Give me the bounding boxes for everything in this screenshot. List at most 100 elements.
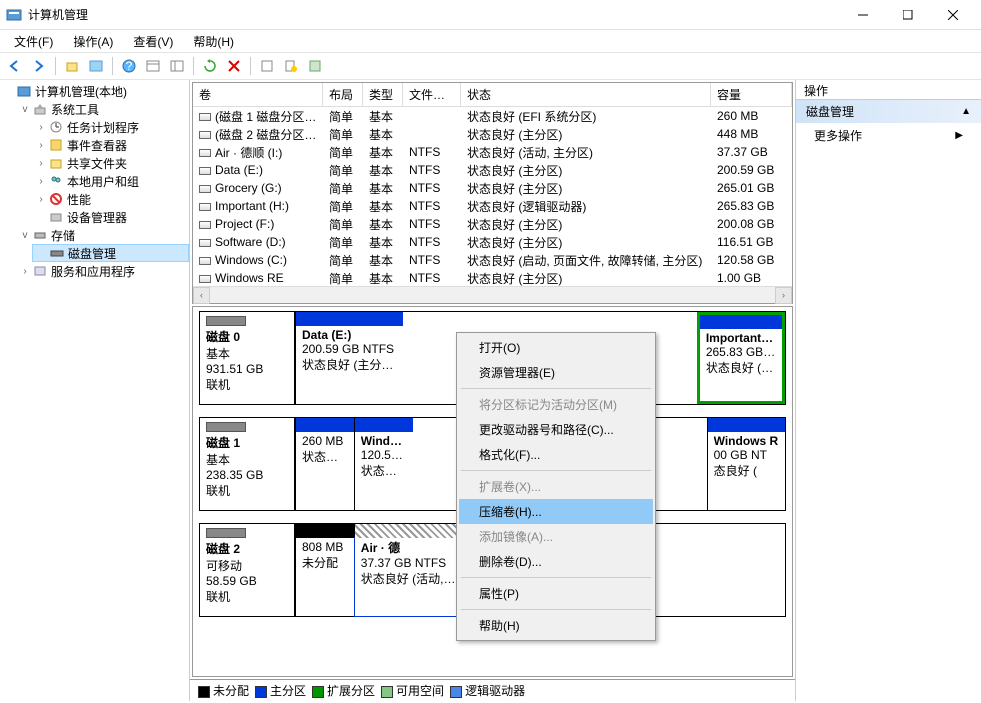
partition-color-bar: [355, 524, 462, 538]
volume-icon: [199, 201, 211, 213]
tree-shared[interactable]: ›共享文件夹: [32, 154, 189, 172]
disk-label[interactable]: 磁盘 0基本931.51 GB联机: [199, 311, 295, 405]
disk-label[interactable]: 磁盘 2可移动58.59 GB联机: [199, 523, 295, 617]
ctx-mark-active[interactable]: 将分区标记为活动分区(M): [459, 392, 653, 417]
delete-button[interactable]: [223, 55, 245, 77]
show-hide-button[interactable]: [85, 55, 107, 77]
properties-button[interactable]: [256, 55, 278, 77]
volume-row[interactable]: (磁盘 1 磁盘分区 1)简单基本状态良好 (EFI 系统分区)260 MB: [193, 107, 792, 125]
chevron-right-icon: ▶: [955, 130, 963, 141]
volume-row[interactable]: (磁盘 2 磁盘分区 3)简单基本状态良好 (主分区)448 MB: [193, 125, 792, 143]
col-status[interactable]: 状态: [461, 83, 711, 106]
menu-view[interactable]: 查看(V): [125, 31, 181, 52]
ctx-delete[interactable]: 删除卷(D)...: [459, 549, 653, 574]
menu-action[interactable]: 操作(A): [65, 31, 121, 52]
tree-systools[interactable]: v系统工具: [16, 100, 189, 118]
volume-list-header: 卷 布局 类型 文件系统 状态 容量: [193, 83, 792, 107]
actions-pane: 操作 磁盘管理▲ 更多操作▶: [796, 80, 981, 701]
partition[interactable]: 808 MB未分配: [295, 524, 354, 616]
tree-diskmgmt[interactable]: 磁盘管理: [32, 244, 189, 262]
volume-icon: [199, 237, 211, 249]
forward-button[interactable]: [28, 55, 50, 77]
volume-row[interactable]: Windows RE简单基本NTFS状态良好 (主分区)1.00 GB: [193, 269, 792, 286]
tree-eventviewer[interactable]: ›事件查看器: [32, 136, 189, 154]
up-button[interactable]: [61, 55, 83, 77]
new-button[interactable]: [280, 55, 302, 77]
scroll-right-button[interactable]: ›: [775, 287, 792, 304]
ctx-extend[interactable]: 扩展卷(X)...: [459, 474, 653, 499]
scroll-left-button[interactable]: ‹: [193, 287, 210, 304]
tree-root[interactable]: 计算机管理(本地): [0, 82, 189, 100]
disk-icon: [206, 316, 246, 326]
titlebar: 计算机管理: [0, 0, 981, 30]
actions-more[interactable]: 更多操作▶: [796, 123, 981, 148]
minimize-button[interactable]: [840, 1, 885, 29]
col-fs[interactable]: 文件系统: [403, 83, 461, 106]
partition-color-bar: [296, 524, 354, 538]
col-volume[interactable]: 卷: [193, 83, 323, 106]
volume-icon: [199, 255, 211, 267]
back-button[interactable]: [4, 55, 26, 77]
settings-button[interactable]: [304, 55, 326, 77]
partition-color-bar: [296, 312, 403, 326]
close-button[interactable]: [930, 1, 975, 29]
ctx-add-mirror[interactable]: 添加镜像(A)...: [459, 524, 653, 549]
menu-help[interactable]: 帮助(H): [185, 31, 242, 52]
volume-icon: [199, 129, 211, 141]
ctx-properties[interactable]: 属性(P): [459, 581, 653, 606]
collapse-icon: ▲: [961, 106, 971, 117]
toolbar: ?: [0, 52, 981, 80]
volume-row[interactable]: Grocery (G:)简单基本NTFS状态良好 (主分区)265.01 GB: [193, 179, 792, 197]
partition[interactable]: Air · 德37.37 GB NTFS状态良好 (活动, 主: [354, 524, 462, 616]
view-list-button[interactable]: [142, 55, 164, 77]
partition-color-bar: [296, 418, 354, 432]
ctx-format[interactable]: 格式化(F)...: [459, 442, 653, 467]
svg-text:?: ?: [126, 59, 133, 73]
navigation-tree: 计算机管理(本地) v系统工具 ›任务计划程序 ›事件查看器 ›共享文件夹 ›本…: [0, 80, 190, 701]
partition[interactable]: Important (H:)265.83 GB NTFS状态良好 (逻辑驱: [697, 312, 785, 404]
tree-storage[interactable]: v存储: [16, 226, 189, 244]
ctx-open[interactable]: 打开(O): [459, 335, 653, 360]
tree-users[interactable]: ›本地用户和组: [32, 172, 189, 190]
ctx-explorer[interactable]: 资源管理器(E): [459, 360, 653, 385]
partition[interactable]: Windows R00 GB NT态良好 (: [707, 418, 785, 510]
view-detail-button[interactable]: [166, 55, 188, 77]
col-layout[interactable]: 布局: [323, 83, 363, 106]
partition-color-bar: [708, 418, 785, 432]
tree-scheduler[interactable]: ›任务计划程序: [32, 118, 189, 136]
actions-context[interactable]: 磁盘管理▲: [796, 100, 981, 123]
partition-color-bar: [700, 315, 782, 329]
h-scrollbar[interactable]: ‹ ›: [193, 286, 792, 303]
help-button[interactable]: ?: [118, 55, 140, 77]
volume-icon: [199, 165, 211, 177]
ctx-shrink[interactable]: 压缩卷(H)...: [459, 499, 653, 524]
disk-icon: [206, 528, 246, 538]
volume-row[interactable]: Project (F:)简单基本NTFS状态良好 (主分区)200.08 GB: [193, 215, 792, 233]
window-title: 计算机管理: [28, 6, 88, 23]
volume-icon: [199, 183, 211, 195]
tree-devmgr[interactable]: 设备管理器: [32, 208, 189, 226]
partition[interactable]: 260 MB状态良好: [295, 418, 354, 510]
disk-label[interactable]: 磁盘 1基本238.35 GB联机: [199, 417, 295, 511]
ctx-help[interactable]: 帮助(H): [459, 613, 653, 638]
volume-row[interactable]: Windows (C:)简单基本NTFS状态良好 (启动, 页面文件, 故障转储…: [193, 251, 792, 269]
menu-file[interactable]: 文件(F): [6, 31, 61, 52]
context-menu: 打开(O) 资源管理器(E) 将分区标记为活动分区(M) 更改驱动器号和路径(C…: [456, 332, 656, 641]
tree-perf[interactable]: ›性能: [32, 190, 189, 208]
col-type[interactable]: 类型: [363, 83, 403, 106]
partition[interactable]: Window120.58 G状态良好: [354, 418, 413, 510]
volume-list: 卷 布局 类型 文件系统 状态 容量 (磁盘 1 磁盘分区 1)简单基本状态良好…: [192, 82, 793, 304]
volume-row[interactable]: Air · 德顺 (I:)简单基本NTFS状态良好 (活动, 主分区)37.37…: [193, 143, 792, 161]
maximize-button[interactable]: [885, 1, 930, 29]
volume-row[interactable]: Software (D:)简单基本NTFS状态良好 (主分区)116.51 GB: [193, 233, 792, 251]
volume-row[interactable]: Data (E:)简单基本NTFS状态良好 (主分区)200.59 GB: [193, 161, 792, 179]
legend: 未分配 主分区 扩展分区 可用空间 逻辑驱动器: [190, 679, 795, 701]
volume-row[interactable]: Important (H:)简单基本NTFS状态良好 (逻辑驱动器)265.83…: [193, 197, 792, 215]
partition[interactable]: Data (E:)200.59 GB NTFS状态良好 (主分区): [295, 312, 403, 404]
volume-icon: [199, 111, 211, 123]
ctx-change-drive-letter[interactable]: 更改驱动器号和路径(C)...: [459, 417, 653, 442]
refresh-button[interactable]: [199, 55, 221, 77]
volume-icon: [199, 273, 211, 285]
tree-services[interactable]: ›服务和应用程序: [16, 262, 189, 280]
col-capacity[interactable]: 容量: [711, 83, 792, 106]
